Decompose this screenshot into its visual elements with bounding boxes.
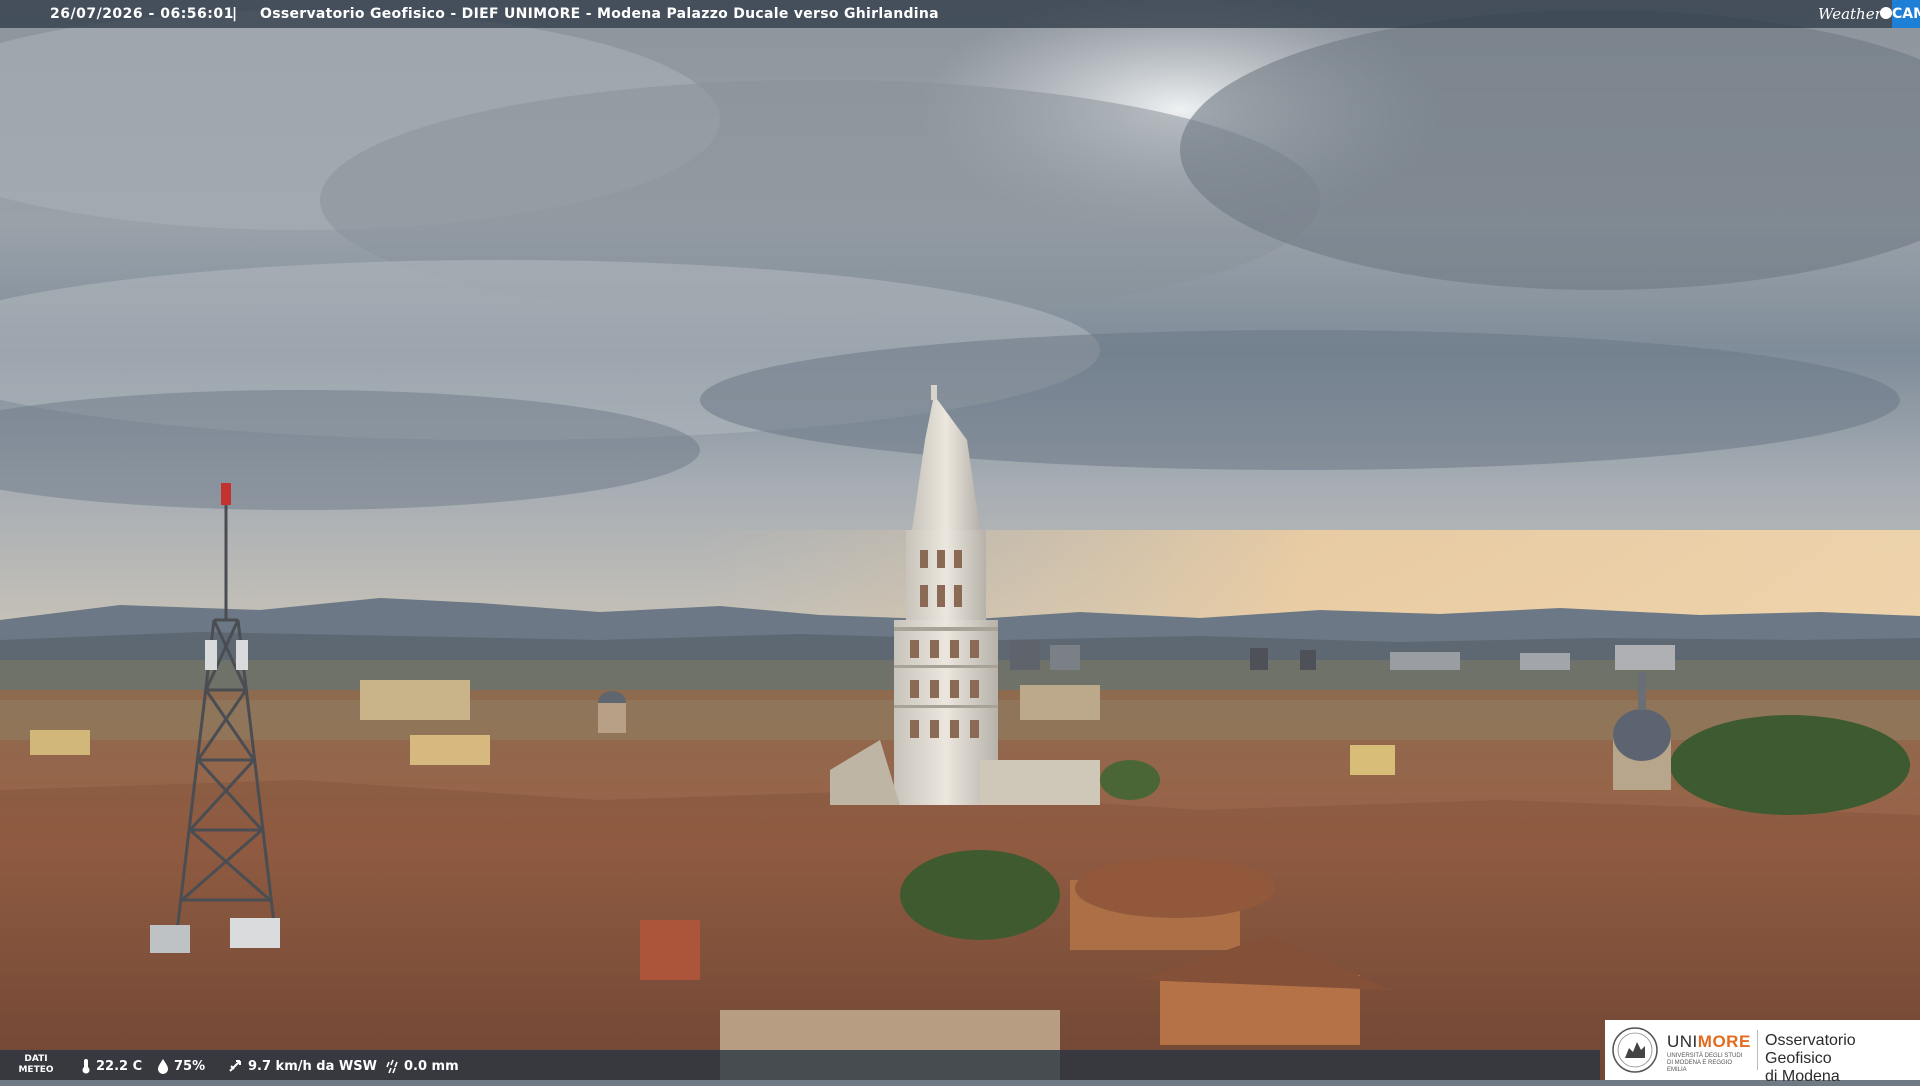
camera-title: Osservatorio Geofisico - DIEF UNIMORE - … [260, 6, 939, 22]
thermometer-icon [82, 1059, 90, 1074]
meteo-label: DATI METEO [6, 1054, 66, 1076]
temperature-reading: 22.2 C [80, 1058, 142, 1074]
weathercam-logo-cam: CAM [1892, 0, 1920, 28]
weathercam-dot-icon [1880, 7, 1892, 19]
meteo-label-line1: DATI [24, 1054, 48, 1064]
temperature-value: 22.2 C [96, 1058, 143, 1074]
humidity-reading: 75% [156, 1058, 205, 1074]
observatory-line2: di Modena [1765, 1068, 1840, 1085]
webcam-scene [0, 0, 1920, 1080]
unimore-wordmark: UNIMORE [1667, 1032, 1751, 1052]
wind-value: 9.7 km/h da WSW [248, 1058, 377, 1074]
meteo-bar: DATI METEO 22.2 C 75% 9.7 km/h da WSW 0.… [0, 1050, 1600, 1080]
humidity-icon [158, 1059, 168, 1074]
unimore-prefix: UNI [1667, 1032, 1698, 1051]
wind-reading: 9.7 km/h da WSW [228, 1058, 377, 1074]
caption-separator: | [232, 6, 238, 22]
wind-icon [229, 1060, 241, 1072]
rain-reading: 0.0 mm [386, 1058, 459, 1074]
rain-value: 0.0 mm [404, 1058, 459, 1074]
top-caption-bar: 26/07/2026 - 06:56:01 | Osservatorio Geo… [0, 0, 1920, 28]
unimore-suffix: MORE [1697, 1032, 1751, 1051]
unimore-subtitle: UNIVERSITÀ DEGLI STUDI DI MODENA E REGGI… [1667, 1053, 1743, 1073]
humidity-value: 75% [174, 1058, 206, 1074]
university-seal-icon [1612, 1027, 1658, 1073]
logo-divider [1757, 1030, 1758, 1070]
weathercam-logo-weather: Weather [1818, 5, 1882, 23]
unimore-logo: UNIMORE UNIVERSITÀ DEGLI STUDI DI MODENA… [1605, 1020, 1920, 1085]
observatory-line1: Osservatorio Geofisico [1765, 1032, 1856, 1067]
observatory-name: Osservatorio Geofisico di Modena [1765, 1032, 1920, 1086]
rain-icon [386, 1059, 398, 1074]
timestamp: 26/07/2026 - 06:56:01 [50, 6, 234, 22]
meteo-label-line2: METEO [18, 1065, 54, 1075]
weathercam-logo: Weather CAM [1810, 0, 1920, 28]
